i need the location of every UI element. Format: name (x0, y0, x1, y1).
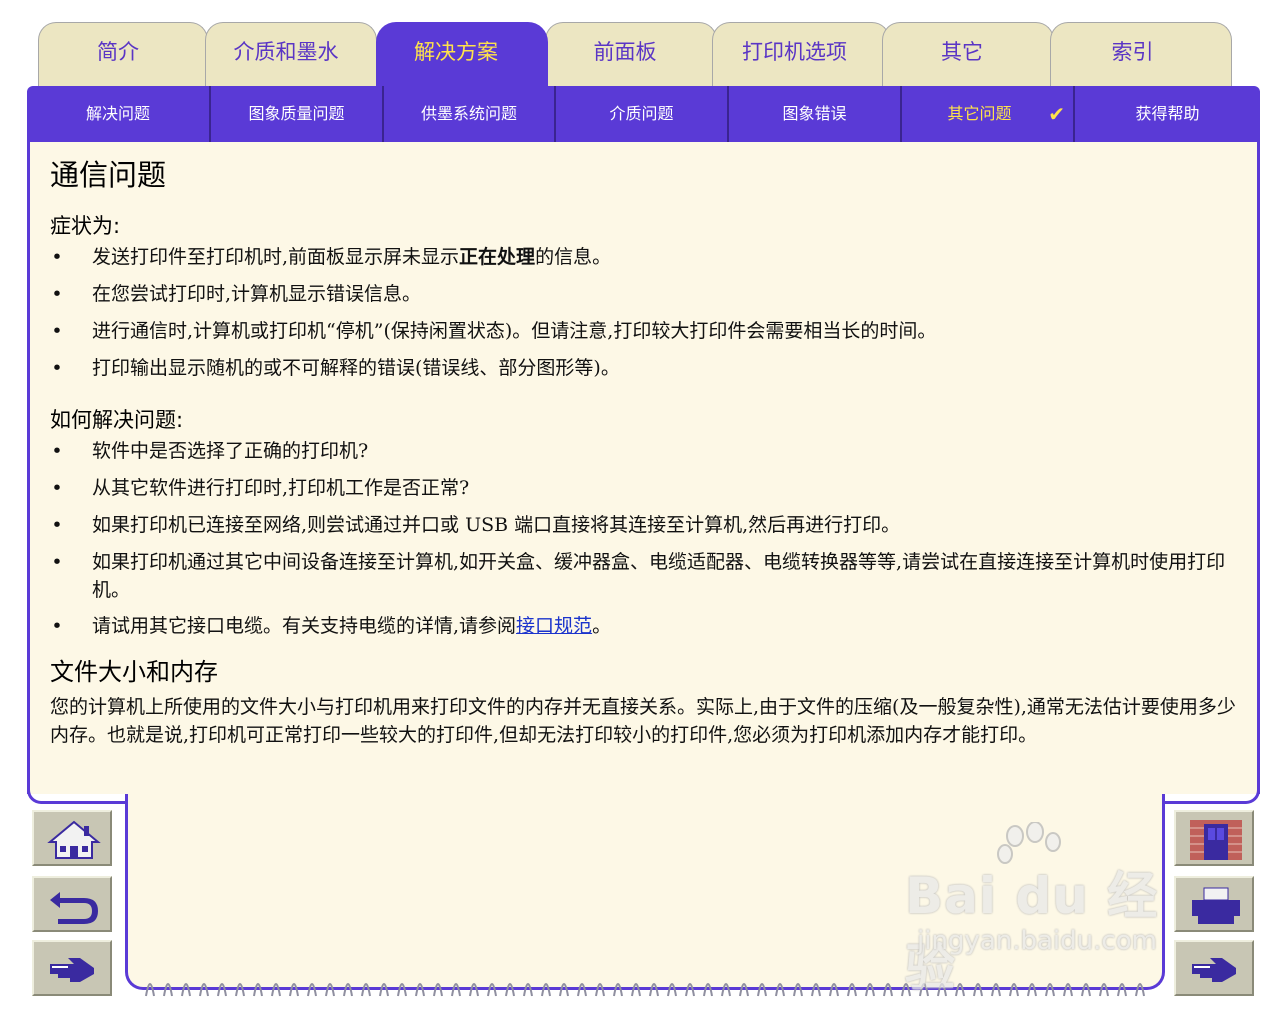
bullet: • (51, 551, 63, 573)
checkmark-icon: ✔ (1048, 102, 1065, 126)
subnav-image-quality[interactable]: 图象质量问题 (211, 86, 384, 142)
back-button[interactable] (32, 876, 112, 932)
symptoms-heading: 症状为: (50, 214, 121, 238)
tab-printer-options-label[interactable]: 打印机选项 (712, 22, 877, 82)
sub-navigation: 解决问题 图象质量问题 供墨系统问题 介质问题 图象错误 其它问题 ✔ 获得帮助 (27, 86, 1260, 142)
baidu-watermark: Bai du 经验 jingyan.baidu.com (905, 822, 1205, 997)
solutions-heading: 如何解决问题: (50, 408, 184, 432)
watermark-url: jingyan.baidu.com (917, 926, 1157, 956)
tab-other-label[interactable]: 其它 (882, 22, 1042, 82)
next-page-icon (50, 958, 94, 982)
list-item-text: 从其它软件进行打印时,打印机工作是否正常? (92, 477, 470, 499)
bullet: • (51, 615, 63, 637)
top-tab-bar: 简介 介质和墨水 前面板 打印机选项 其它 索引 解决方案 (0, 0, 1280, 92)
subnav-ink-system[interactable]: 供墨系统问题 (384, 86, 556, 142)
bullet: • (51, 514, 63, 536)
page-title: 通信问题 (50, 158, 167, 192)
next-page-button[interactable] (32, 940, 112, 996)
list-item-text: 如果打印机已连接至网络,则尝试通过并口或 USB 端口直接将其连接至计算机,然后… (92, 514, 901, 536)
bullet: • (51, 283, 63, 305)
bullet: • (51, 246, 63, 268)
bullet: • (51, 357, 63, 379)
list-item-text: 进行通信时,计算机或打印机“停机”(保持闲置状态)。但请注意,打印较大打印件会需… (92, 320, 937, 342)
tab-intro-label[interactable]: 简介 (38, 22, 198, 82)
back-icon (50, 892, 98, 924)
subnav-image-errors[interactable]: 图象错误 (729, 86, 902, 142)
bullet: • (51, 320, 63, 342)
subnav-get-help[interactable]: 获得帮助 (1075, 86, 1260, 142)
interface-spec-link[interactable]: 接口规范 (516, 615, 592, 637)
frame-corner (27, 790, 131, 804)
home-button[interactable] (32, 810, 112, 866)
tab-front-panel-label[interactable]: 前面板 (545, 22, 705, 82)
subnav-other-problems[interactable]: 其它问题 ✔ (902, 86, 1075, 142)
list-item-text: 在您尝试打印时,计算机显示错误信息。 (92, 283, 422, 305)
bullet: • (51, 477, 63, 499)
section-paragraph: 您的计算机上所使用的文件大小与打印机用来打印文件的内存并无直接关系。实际上,由于… (50, 696, 1236, 746)
list-item-text: 请试用其它接口电缆。有关支持电缆的详情,请参阅接口规范。 (92, 615, 612, 637)
list-item-text: 如果打印机通过其它中间设备连接至计算机,如开关盒、缓冲器盒、电缆适配器、电缆转换… (92, 551, 1226, 601)
tab-solutions-label[interactable]: 解决方案 (376, 22, 536, 82)
tab-index-label[interactable]: 索引 (1050, 22, 1215, 82)
bullet: • (51, 440, 63, 462)
subnav-solve-problems[interactable]: 解决问题 (27, 86, 211, 142)
tab-media-ink-label[interactable]: 介质和墨水 (205, 22, 367, 82)
list-item-text: 打印输出显示随机的或不可解释的错误(错误线、部分图形等)。 (92, 357, 620, 379)
list-item-text: 发送打印件至打印机时,前面板显示屏未显示正在处理的信息。 (92, 246, 612, 268)
home-icon (47, 820, 101, 859)
subnav-other-problems-label: 其它问题 (947, 104, 1012, 123)
subnav-media-problems[interactable]: 介质问题 (556, 86, 729, 142)
frame-corner (1156, 790, 1260, 804)
list-item-text: 软件中是否选择了正确的打印机? (92, 440, 369, 462)
section-heading-file-size: 文件大小和内存 (50, 658, 218, 686)
